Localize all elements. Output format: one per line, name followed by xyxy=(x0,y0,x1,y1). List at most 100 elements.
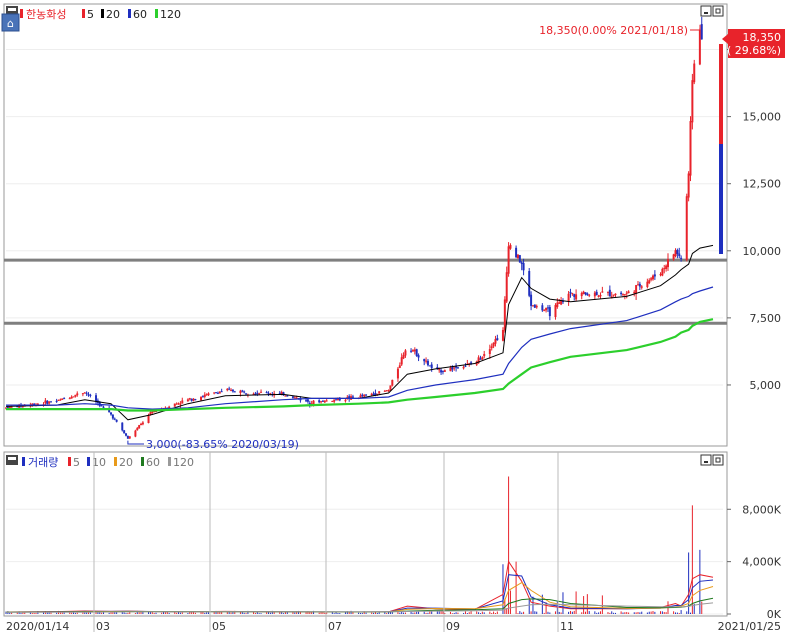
candle-body xyxy=(456,367,459,369)
candle-body xyxy=(571,293,574,295)
candle-body xyxy=(530,294,533,306)
candle-body xyxy=(320,401,323,403)
candle-body xyxy=(588,294,591,296)
x-tick-label: 09 xyxy=(446,620,460,632)
candle-body xyxy=(520,262,523,264)
stock-chart: 한농화성 5 20 60 120 ⌂ 5,000 7,500 10,000 12,500 15… xyxy=(0,0,785,633)
candle-body xyxy=(528,271,531,296)
candle-body xyxy=(226,388,229,391)
candle-body xyxy=(331,400,334,402)
minimize-icon[interactable] xyxy=(700,5,712,17)
candle-body xyxy=(505,272,508,302)
candle-body xyxy=(46,400,49,404)
current-price-box: 18,350 ( 29.68%) xyxy=(722,29,785,58)
candle-body xyxy=(501,329,504,341)
candle-body xyxy=(438,368,441,371)
candle-body xyxy=(201,396,204,398)
candle-body xyxy=(627,291,630,294)
candle-body xyxy=(260,391,263,393)
chart-svg: 한농화성 5 20 60 120 ⌂ 5,000 7,500 10,000 12,500 15… xyxy=(1,3,785,633)
candle-body xyxy=(423,359,426,362)
legend-ma-swatch-20 xyxy=(101,9,104,18)
candle-body xyxy=(125,433,128,436)
candle-body xyxy=(215,392,218,394)
candle-body xyxy=(674,250,677,257)
candle-body xyxy=(173,403,176,407)
candle-body xyxy=(140,423,143,426)
candle-body xyxy=(175,403,178,405)
candle-body xyxy=(569,292,572,294)
price-tick-label: 7,500 xyxy=(750,312,782,325)
candle-body xyxy=(417,355,420,358)
candle-body xyxy=(580,292,583,297)
volume-panel-frame xyxy=(3,451,728,617)
candle-body xyxy=(243,391,246,393)
current-change-label: ( 29.68%) xyxy=(727,44,781,57)
maximize-icon[interactable] xyxy=(712,5,724,17)
candle-body xyxy=(545,307,548,311)
candle-body xyxy=(698,29,701,65)
candle-body xyxy=(396,368,399,379)
candle-body xyxy=(363,395,366,397)
candle-body xyxy=(134,430,137,437)
volume-minimize-icon[interactable] xyxy=(700,454,712,466)
legend-stock-swatch xyxy=(20,9,23,18)
candle-body xyxy=(344,400,347,402)
candle-body xyxy=(81,393,84,395)
candle-body xyxy=(265,392,268,394)
candle-body xyxy=(321,400,324,402)
candle-body xyxy=(543,310,546,312)
low-annotation: 3,000(-83.65% 2020/03/19) xyxy=(127,438,299,451)
x-tick-label: 11 xyxy=(560,620,574,632)
x-tick-label: 2020/01/14 xyxy=(6,620,69,632)
candle-body xyxy=(383,390,386,392)
legend-vol-ma-swatch-60 xyxy=(141,457,144,466)
candle-body xyxy=(245,393,248,395)
candle-body xyxy=(678,253,681,257)
candle-body xyxy=(323,400,326,403)
legend-stock-name: 한농화성 xyxy=(26,8,66,21)
candle-body xyxy=(659,274,662,276)
candle-body xyxy=(111,414,114,419)
price-range-bar-up xyxy=(719,44,723,144)
candle-body xyxy=(535,305,538,308)
candle-body xyxy=(612,294,615,296)
candle-body xyxy=(228,388,231,390)
volume-y-axis: 0K4,000K8,000K xyxy=(727,503,782,621)
candle-body xyxy=(653,274,656,277)
candle-body xyxy=(391,379,394,386)
panel-menu-icon-bar xyxy=(8,8,16,11)
candle-body xyxy=(267,393,270,395)
candle-body xyxy=(181,400,184,404)
candle-body xyxy=(636,284,639,286)
candle-body xyxy=(85,392,88,394)
candle-body xyxy=(556,302,559,307)
candle-body xyxy=(426,360,429,366)
candle-body xyxy=(213,392,216,394)
candle-body xyxy=(10,406,13,408)
candle-body xyxy=(685,196,688,260)
price-tick-label: 10,000 xyxy=(743,245,782,258)
price-y-axis: 5,0007,50010,00012,50015,00017,500 xyxy=(727,44,781,392)
volume-maximize-icon[interactable] xyxy=(712,454,724,466)
candle-body xyxy=(128,436,131,439)
candle-body xyxy=(676,249,679,255)
candle-body xyxy=(50,401,53,403)
legend-ma-label-20: 20 xyxy=(106,8,120,21)
candle-body xyxy=(400,357,403,365)
candle-body xyxy=(312,400,315,405)
candle-body xyxy=(136,428,139,431)
candle-body xyxy=(305,400,308,402)
candle-body xyxy=(635,285,638,294)
candle-body xyxy=(123,430,126,434)
candle-body xyxy=(147,415,150,424)
candle-body xyxy=(410,350,413,352)
candle-body xyxy=(425,360,428,362)
candle-body xyxy=(621,293,624,295)
candle-body xyxy=(61,398,64,400)
legend-ma-label-5: 5 xyxy=(87,8,94,21)
candle-body xyxy=(372,393,375,395)
candle-body xyxy=(620,292,623,295)
candle-body xyxy=(586,293,589,296)
candle-body xyxy=(205,394,208,396)
